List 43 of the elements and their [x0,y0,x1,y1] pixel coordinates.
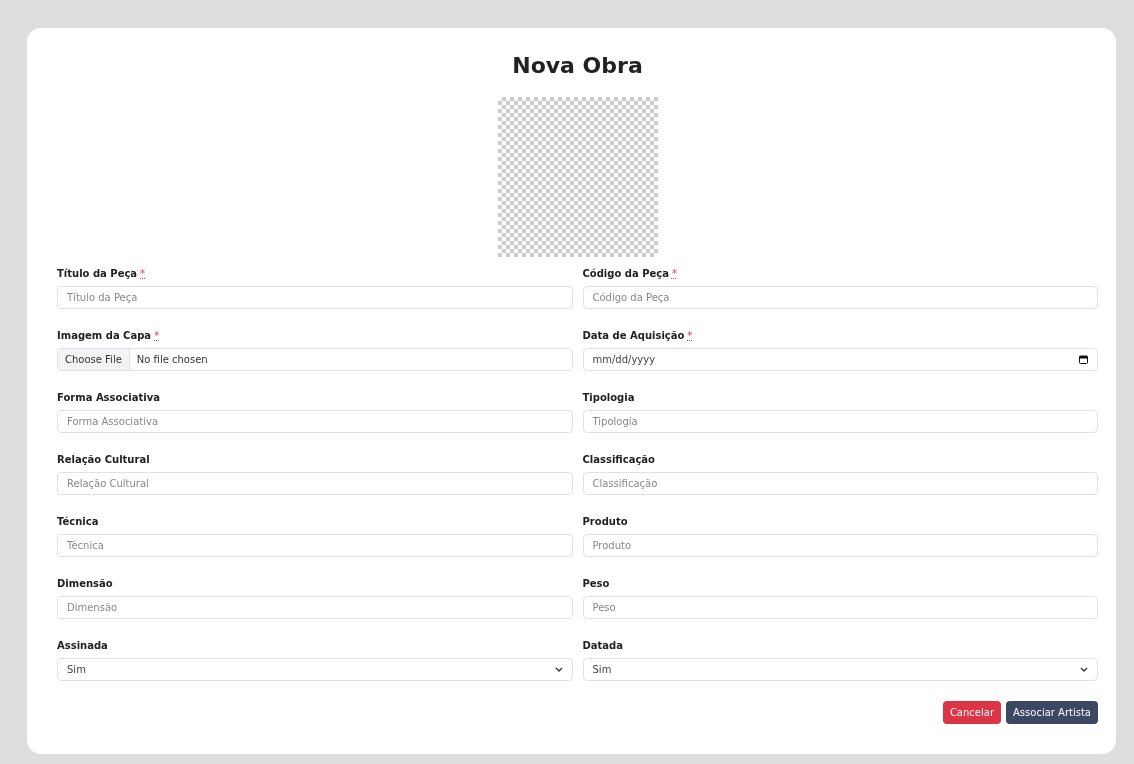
form-title: Nova Obra [512,52,643,80]
calendar-icon[interactable] [1079,355,1088,364]
required-mark: * [140,267,146,281]
chevron-down-icon [1080,667,1088,672]
field-label: Título da Peça [57,267,138,281]
text-field[interactable]: Forma Associativa [57,410,573,433]
text-field[interactable]: Técnica [57,534,573,557]
text-field[interactable]: Código da Peça [582,286,1098,309]
text-field[interactable]: Tipologia [582,410,1098,433]
cancel-button[interactable]: Cancelar [942,701,1001,724]
field-label: Datada [582,639,623,653]
field-label: Produto [582,515,628,529]
required-mark: * [687,329,693,343]
chevron-down-icon [554,667,563,672]
field-label: Técnica [57,515,99,529]
field-label: Dimensão [57,577,113,591]
text-field[interactable]: Produto [582,534,1098,557]
field-label: Peso [582,577,610,591]
select-value: Sim [67,664,86,675]
text-field[interactable]: Relação Cultural [57,472,573,495]
text-field[interactable]: Peso [582,596,1098,619]
text-field[interactable]: Título da Peça [57,286,573,309]
field-label: Classificação [582,453,655,467]
choose-file-button[interactable]: Choose File [58,349,130,370]
field-label: Data de Aquisição [582,329,685,343]
field-label: Código da Peça [582,267,669,281]
required-mark: * [672,267,677,281]
date-placeholder: mm/dd/yyyy [592,354,656,365]
file-status: No file chosen [135,353,208,367]
file-field[interactable]: Choose File No file chosen [57,348,573,371]
text-field[interactable]: Classificação [582,472,1098,495]
select-value: Sim [592,664,612,675]
required-mark: * [154,329,160,343]
date-field[interactable]: mm/dd/yyyy [582,348,1098,371]
text-field[interactable]: Dimensão [57,596,573,619]
field-label: Tipologia [582,391,635,405]
select-field[interactable]: Sim [582,658,1098,681]
field-label: Relação Cultural [57,453,150,467]
select-field[interactable]: Sim [57,658,573,681]
submit-button[interactable]: Associar Artista [1006,701,1098,724]
field-label: Assinada [57,639,108,653]
field-label: Forma Associativa [57,391,160,405]
field-label: Imagem da Capa [57,329,152,343]
